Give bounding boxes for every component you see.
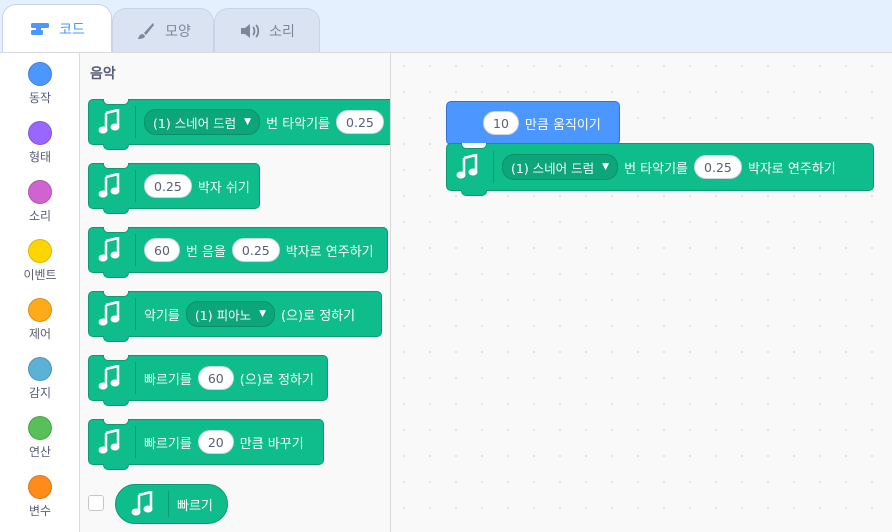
play-drum-block[interactable]: (1) 스네어 드럼 ▼ 번 타악기를 0.25 [88,99,390,150]
set-instrument-block[interactable]: 악기를 (1) 피아노 ▼ (으)로 정하기 [88,291,382,342]
sensing-color-dot [28,357,52,381]
block-text: 번 음을 [185,244,226,260]
variables-color-dot [28,475,52,499]
change-tempo-block[interactable]: 빠르기를 20 만큼 바꾸기 [88,419,324,470]
tab-costumes-label: 모양 [165,23,191,40]
block-separator [135,362,136,394]
category-label: 소리 [28,209,52,223]
block-text: 만큼 바꾸기 [239,436,304,452]
block-separator [135,234,136,266]
tab-costumes[interactable]: 모양 [112,8,214,52]
drum-dropdown-value: (1) 스네어 드럼 [511,160,595,176]
tab-sounds-label: 소리 [269,23,295,40]
category-events[interactable]: 이벤트 [0,230,80,288]
music-note-icon [95,104,131,140]
beats-input[interactable]: 0.25 [231,238,280,262]
play-drum-script-block[interactable]: (1) 스네어 드럼 ▼ 번 타악기를 0.25 박자로 연주하기 [446,143,874,196]
drum-dropdown-value: (1) 스네어 드럼 [153,115,237,131]
tab-bar: 코드 모양 소리 [0,0,892,52]
brush-icon [135,22,157,40]
block-text: 빠르기를 [144,436,192,452]
looks-color-dot [28,121,52,145]
category-label: 연산 [28,445,52,459]
music-note-icon [95,360,131,396]
category-label: 변수 [28,504,52,518]
category-control[interactable]: 제어 [0,289,80,347]
category-operators[interactable]: 연산 [0,407,80,465]
category-looks[interactable]: 형태 [0,112,80,170]
block-text: 박자로 연주하기 [747,161,836,177]
category-menu: 동작 형태 소리 이벤트 제어 감지 연산 변수 [0,52,80,532]
motion-color-dot [28,62,52,86]
palette-title: 음악 [90,66,116,82]
block-text: 번 타악기를 [624,161,689,177]
operators-color-dot [28,416,52,440]
block-separator [135,106,136,138]
block-text: 빠르기 [177,498,213,514]
tempo-input[interactable]: 60 [197,366,234,390]
instrument-dropdown[interactable]: (1) 피아노 ▼ [185,301,275,327]
category-variables[interactable]: 변수 [0,466,80,524]
rest-block[interactable]: 0.25 박자 쉬기 [88,163,260,214]
tab-code[interactable]: 코드 [2,4,112,52]
block-separator [135,170,136,202]
category-sound[interactable]: 소리 [0,171,80,229]
tab-sounds[interactable]: 소리 [214,8,320,52]
block-separator [135,426,136,458]
block-text: 악기를 [144,308,180,324]
block-text: (으)로 정하기 [239,372,314,388]
music-note-icon [95,168,131,204]
category-label: 이벤트 [23,268,57,282]
note-input[interactable]: 60 [144,238,180,262]
tempo-reporter-block[interactable]: 빠르기 [115,484,228,524]
beats-input[interactable]: 0.25 [336,110,384,134]
music-note-icon [453,149,489,185]
block-palette: 음악 (1) 스네어 드럼 ▼ 번 타악기를 0.25 0.25 박자 쉬기 60… [80,52,391,532]
move-steps-block[interactable]: 10 만큼 움직이기 [446,101,620,150]
block-text: 빠르기를 [144,372,192,388]
block-text: 만큼 움직이기 [524,117,601,133]
block-separator [168,491,169,517]
block-text: 박자 쉬기 [197,180,250,196]
block-text: 번 타악기를 [266,116,331,132]
tab-code-label: 코드 [59,21,85,38]
chevron-down-icon: ▼ [602,162,610,172]
sound-color-dot [28,180,52,204]
category-label: 동작 [28,91,52,105]
speaker-icon [239,22,261,40]
chevron-down-icon: ▼ [244,117,252,127]
steps-input[interactable]: 10 [483,111,519,135]
script-area[interactable]: 10 만큼 움직이기 (1) 스네어 드럼 ▼ 번 타악기를 0.25 박자로 연… [391,52,892,532]
beats-input[interactable]: 0.25 [144,174,192,198]
tempo-monitor-checkbox[interactable] [88,495,104,511]
events-color-dot [28,239,52,263]
block-text: 박자로 연주하기 [285,244,374,260]
category-sensing[interactable]: 감지 [0,348,80,406]
music-note-icon [95,296,131,332]
drum-dropdown[interactable]: (1) 스네어 드럼 ▼ [144,109,261,135]
music-note-icon [95,232,131,268]
category-label: 감지 [28,386,52,400]
category-label: 제어 [28,327,52,341]
set-tempo-block[interactable]: 빠르기를 60 (으)로 정하기 [88,355,328,406]
music-note-icon [128,486,164,522]
drum-dropdown[interactable]: (1) 스네어 드럼 ▼ [502,154,619,180]
block-text: (으)로 정하기 [281,308,356,324]
code-icon [29,20,51,38]
block-separator [493,151,494,183]
category-label: 형태 [28,150,52,164]
instrument-dropdown-value: (1) 피아노 [194,307,252,323]
block-separator [135,298,136,330]
play-note-block[interactable]: 60 번 음을 0.25 박자로 연주하기 [88,227,388,278]
beats-input[interactable]: 0.25 [694,155,742,179]
music-note-icon [95,424,131,460]
category-motion[interactable]: 동작 [0,53,80,111]
control-color-dot [28,298,52,322]
chevron-down-icon: ▼ [259,309,266,319]
tempo-change-input[interactable]: 20 [197,430,234,454]
